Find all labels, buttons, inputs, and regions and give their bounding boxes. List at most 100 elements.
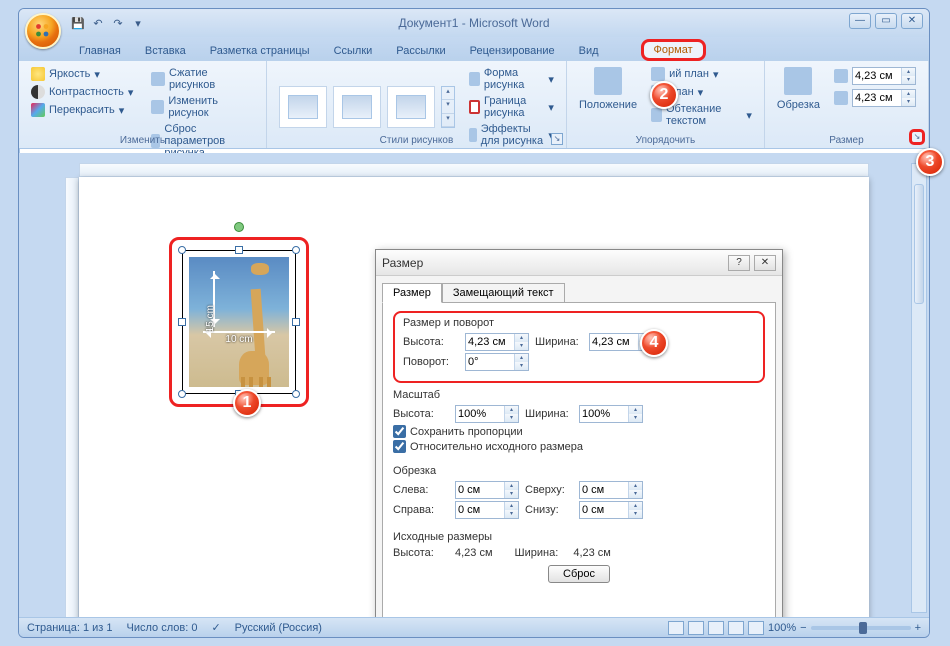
styles-gallery[interactable]: ▴▾▾ [275, 78, 459, 136]
group-label-size: Размер [765, 135, 928, 146]
group-label-adjust: Изменить [19, 135, 266, 146]
ribbon-group-adjust: Яркость ▾ Контрастность ▾ Перекрасить ▾ … [19, 61, 267, 148]
change-pic-button[interactable]: Изменить рисунок [147, 93, 258, 121]
orig-width-value: 4,23 см [573, 547, 611, 559]
maximize-button[interactable]: ▭ [875, 13, 897, 29]
qat-more-icon[interactable]: ▾ [129, 14, 147, 32]
size-dialog-launcher[interactable]: ↘ [909, 129, 925, 145]
width-input[interactable] [590, 336, 638, 348]
group-label-styles: Стили рисунков [267, 135, 566, 146]
orig-height-value: 4,23 см [455, 547, 493, 559]
tab-insert[interactable]: Вставка [133, 41, 198, 61]
position-button[interactable]: Положение [575, 65, 641, 119]
view-print-layout[interactable] [668, 621, 684, 635]
tab-review[interactable]: Рецензирование [458, 41, 567, 61]
zoom-level[interactable]: 100% [768, 622, 796, 634]
dialog-titlebar[interactable]: Размер ? ✕ [376, 250, 782, 276]
style-thumb[interactable] [279, 86, 327, 128]
resize-handle[interactable] [292, 390, 300, 398]
compress-button[interactable]: Сжатие рисунков [147, 65, 258, 93]
styles-dialog-launcher[interactable]: ↘ [551, 133, 563, 145]
undo-icon[interactable]: ↶ [89, 14, 107, 32]
crop-right-input[interactable] [456, 504, 504, 516]
height-label: Высота: [403, 336, 459, 348]
crop-icon [784, 67, 812, 95]
giraffe-shape [233, 257, 273, 387]
tab-format[interactable]: Формат [641, 39, 706, 61]
ribbon-height-input[interactable] [853, 70, 901, 82]
style-thumb[interactable] [387, 86, 435, 128]
quick-access-toolbar: 💾 ↶ ↷ ▾ [69, 14, 147, 32]
ribbon-width-input[interactable] [853, 92, 901, 104]
crop-button[interactable]: Обрезка [773, 65, 824, 119]
status-language[interactable]: Русский (Россия) [235, 622, 322, 634]
rotation-label: Поворот: [403, 356, 459, 368]
scale-h-input[interactable] [456, 408, 504, 420]
scrollbar-vertical[interactable] [911, 163, 927, 613]
dialog-help-button[interactable]: ? [728, 255, 750, 271]
crop-left-input[interactable] [456, 484, 504, 496]
rotation-input[interactable] [466, 356, 514, 368]
page: 10 cm 15 cm Размер [79, 177, 869, 617]
width-spinner[interactable]: ▴▾ [830, 87, 920, 109]
compress-icon [151, 72, 165, 86]
minimize-button[interactable]: — [849, 13, 871, 29]
resize-handle[interactable] [292, 246, 300, 254]
recolor-icon [31, 103, 45, 117]
spellcheck-icon[interactable]: ✓ [211, 621, 220, 634]
view-full-reading[interactable] [688, 621, 704, 635]
resize-handle[interactable] [178, 318, 186, 326]
zoom-slider[interactable] [811, 626, 911, 630]
crop-top-input[interactable] [580, 484, 628, 496]
relative-orig-checkbox[interactable] [393, 440, 406, 453]
tab-mailings[interactable]: Рассылки [384, 41, 457, 61]
style-thumb[interactable] [333, 86, 381, 128]
scrollbar-thumb[interactable] [914, 184, 924, 304]
dialog-tab-alt[interactable]: Замещающий текст [442, 283, 565, 303]
dialog-close-button[interactable]: ✕ [754, 255, 776, 271]
selected-image[interactable]: 10 cm 15 cm [169, 237, 309, 407]
pic-border-button[interactable]: Граница рисунка ▾ [465, 93, 558, 121]
rotate-handle[interactable] [234, 222, 244, 232]
zoom-in-button[interactable]: + [915, 622, 921, 634]
resize-handle[interactable] [178, 390, 186, 398]
resize-handle[interactable] [178, 246, 186, 254]
contrast-button[interactable]: Контрастность ▾ [27, 83, 137, 101]
ruler-vertical[interactable] [65, 177, 79, 617]
recolor-button[interactable]: Перекрасить ▾ [27, 101, 137, 119]
view-web-layout[interactable] [708, 621, 724, 635]
gallery-scroll[interactable]: ▴▾▾ [441, 86, 455, 128]
close-button[interactable]: ✕ [901, 13, 923, 29]
redo-icon[interactable]: ↷ [109, 14, 127, 32]
status-page[interactable]: Страница: 1 из 1 [27, 622, 113, 634]
image-content: 10 cm 15 cm [189, 257, 289, 387]
scale-w-input[interactable] [580, 408, 628, 420]
crop-bottom-input[interactable] [580, 504, 628, 516]
tab-layout[interactable]: Разметка страницы [198, 41, 322, 61]
tab-view[interactable]: Вид [567, 41, 611, 61]
group-scale: Масштаб Высота: ▴▾ Ширина: ▴▾ Сохранить … [393, 389, 765, 459]
group-label-arrange: Упорядочить [567, 135, 764, 146]
pic-shape-button[interactable]: Форма рисунка ▾ [465, 65, 558, 93]
image-frame: 10 cm 15 cm [182, 250, 296, 394]
brightness-button[interactable]: Яркость ▾ [27, 65, 137, 83]
height-input[interactable] [466, 336, 514, 348]
zoom-thumb[interactable] [859, 622, 867, 634]
lock-aspect-checkbox[interactable] [393, 425, 406, 438]
zoom-out-button[interactable]: − [800, 622, 806, 634]
view-outline[interactable] [728, 621, 744, 635]
office-button[interactable] [25, 13, 61, 49]
dialog-tab-size[interactable]: Размер [382, 283, 442, 303]
ruler-horizontal[interactable] [79, 163, 869, 177]
tab-home[interactable]: Главная [67, 41, 133, 61]
resize-handle[interactable] [292, 318, 300, 326]
view-draft[interactable] [748, 621, 764, 635]
save-icon[interactable]: 💾 [69, 14, 87, 32]
tab-references[interactable]: Ссылки [322, 41, 385, 61]
dim-height-label: 15 cm [205, 305, 216, 332]
callout-2: 2 [650, 81, 678, 109]
status-words[interactable]: Число слов: 0 [127, 622, 198, 634]
height-spinner[interactable]: ▴▾ [830, 65, 920, 87]
reset-button[interactable]: Сброс [548, 565, 610, 583]
resize-handle[interactable] [235, 246, 243, 254]
